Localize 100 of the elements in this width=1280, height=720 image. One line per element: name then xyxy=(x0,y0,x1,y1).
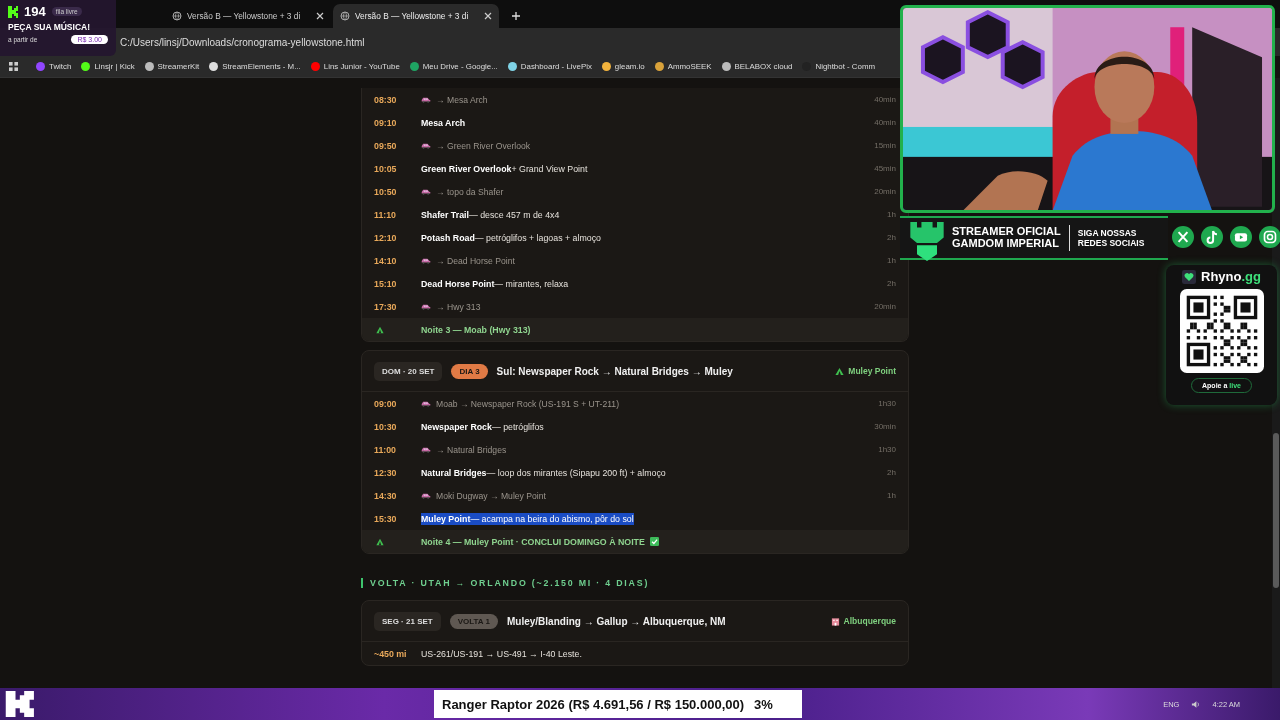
activity-text: Natural Bridges— loop dos mirantes (Sipapu 200 ft) + almoço xyxy=(421,466,666,479)
duration-label: 45min xyxy=(874,164,896,173)
night-text: Noite 4 — Muley Point · CONCLUI DOMINGO À NOITE xyxy=(421,536,645,547)
play-icon[interactable] xyxy=(1230,226,1252,248)
drive-text: → Natural Bridges xyxy=(436,444,507,455)
duration-label: 2h xyxy=(887,468,896,477)
time-label: 09:50 xyxy=(374,140,398,151)
x-icon[interactable] xyxy=(1172,226,1194,248)
day-title: Sul: Newspaper Rock → Natural Bridges → Muley xyxy=(496,365,733,377)
request-title: PEÇA SUA MÚSICA! xyxy=(8,22,91,32)
time-label: 10:50 xyxy=(374,186,398,197)
stay-label: Albuquerque xyxy=(843,616,896,626)
time-label: 12:30 xyxy=(374,467,398,478)
globe-icon xyxy=(172,11,182,21)
time-label: 12:10 xyxy=(374,232,398,243)
follow-text: REDES SOCIAIS xyxy=(1077,238,1145,249)
count-label: 194 xyxy=(24,4,46,19)
castle-icon xyxy=(910,222,944,262)
activity-text: Shafer Trail— desce 457 m de 4x4 xyxy=(421,208,560,221)
car-icon xyxy=(421,400,431,407)
tent-icon xyxy=(835,366,845,376)
drive-text: → Mesa Arch xyxy=(436,94,488,105)
time-label: 17:30 xyxy=(374,301,398,312)
goal-percent: 3% xyxy=(754,696,773,712)
activity-text: Muley Point— acampa na beira do abismo, pôr do sol xyxy=(421,512,634,525)
activity-text: Dead Horse Point— mirantes, relaxa xyxy=(421,277,569,290)
close-icon[interactable] xyxy=(484,12,492,20)
sponsor-text: STREAMER OFICIAL xyxy=(952,226,1061,238)
car-icon xyxy=(421,142,431,149)
speaker-icon[interactable] xyxy=(1191,699,1201,709)
address-field[interactable]: C:/Users/linsj/Downloads/cronograma-yellowstone.html xyxy=(120,36,365,48)
camera-icon[interactable] xyxy=(1259,226,1280,248)
time-label: 15:30 xyxy=(374,513,398,524)
time-label: 14:10 xyxy=(374,255,398,266)
music-note-icon[interactable] xyxy=(1201,226,1223,248)
time-label: 14:30 xyxy=(374,490,398,501)
duration-label: 1h xyxy=(887,491,896,500)
activity-text: Green River Overlook+ Grand View Point xyxy=(421,162,588,175)
car-icon xyxy=(421,96,431,103)
time-label: 11:10 xyxy=(374,209,397,220)
goal-text: Ranger Raptor 2026 (R$ 4.691,56 / R$ 150.000,00) xyxy=(442,696,745,712)
browser-tab[interactable]: Versão B — Yellowstone + 3 di xyxy=(333,4,499,28)
drive-text: → topo da Shafer xyxy=(436,186,504,197)
duration-label: 1h xyxy=(887,256,896,265)
follow-text: SIGA NOSSAS xyxy=(1077,227,1138,238)
globe-icon xyxy=(340,11,350,21)
duration-label: 2h xyxy=(887,233,896,242)
time-label: 10:05 xyxy=(374,163,398,174)
car-icon xyxy=(421,446,431,453)
building-icon xyxy=(830,616,840,626)
car-icon xyxy=(421,303,431,310)
route-text: US-261/US-191 → US-491 → I-40 Leste. xyxy=(421,647,582,660)
duration-label: 30min xyxy=(874,422,896,431)
qr-code[interactable] xyxy=(1179,289,1264,373)
drive-text: Moki Dugway → Muley Point xyxy=(436,490,546,501)
brand-name: Rhyno.gg xyxy=(1201,269,1261,284)
date-chip: DOM · 20 SET xyxy=(374,361,443,381)
browser-tab[interactable]: Versão B — Yellowstone + 3 di xyxy=(165,4,331,28)
tent-icon xyxy=(376,325,384,334)
tent-icon xyxy=(376,537,384,546)
checkmark-icon xyxy=(649,537,659,546)
day-badge: VOLTA 1 xyxy=(449,613,498,629)
drive-text: → Hwy 313 xyxy=(436,301,481,312)
stay-label: Muley Point xyxy=(848,366,896,376)
duration-label: 1h30 xyxy=(878,399,896,408)
time-label: 08:30 xyxy=(374,94,398,105)
night-text: Noite 3 — Moab (Hwy 313) xyxy=(421,324,531,335)
time-label: 15:10 xyxy=(374,278,398,289)
time-label: ~450 mi xyxy=(374,648,408,659)
section-heading: VOLTA · UTAH → ORLANDO (~2.150 MI · 4 DIAS) xyxy=(361,578,909,588)
time-label: 10:30 xyxy=(374,421,398,432)
drive-text: → Dead Horse Point xyxy=(436,255,515,266)
drive-text: → Green River Overlook xyxy=(436,140,531,151)
day-title: Muley/Blanding → Gallup → Albuquerque, NM xyxy=(507,615,726,627)
duration-label: 2h xyxy=(887,279,896,288)
date-chip: SEG · 21 SET xyxy=(374,611,441,631)
sponsor-text: GAMDOM IMPERIAL xyxy=(952,238,1060,250)
time-label: 09:00 xyxy=(374,398,398,409)
apps-icon[interactable] xyxy=(9,62,18,71)
duration-label: 1h30 xyxy=(878,445,896,454)
duration-label: 40min xyxy=(874,95,896,104)
duration-label: 1h xyxy=(887,210,896,219)
duration-label: 40min xyxy=(874,118,896,127)
time-label: 11:00 xyxy=(374,444,397,455)
logo-icon xyxy=(8,5,18,18)
activity-text: Newspaper Rock— petróglifos xyxy=(421,420,544,433)
day-badge: DIA 3 xyxy=(451,363,488,379)
close-icon[interactable] xyxy=(316,12,324,20)
duration-label: 20min xyxy=(874,302,896,311)
time-label: 09:10 xyxy=(374,117,398,128)
car-icon xyxy=(421,492,431,499)
duration-label: 20min xyxy=(874,187,896,196)
car-icon xyxy=(421,188,431,195)
activity-text: Potash Road— petróglifos + lagoas + almoço xyxy=(421,231,601,244)
new-tab-icon[interactable] xyxy=(511,11,521,21)
activity-text: Mesa Arch xyxy=(421,116,466,129)
duration-label: 15min xyxy=(874,141,896,150)
drive-text: Moab → Newspaper Rock (US-191 S + UT-211) xyxy=(436,398,619,409)
car-icon xyxy=(421,257,431,264)
heart-icon xyxy=(1182,269,1196,284)
